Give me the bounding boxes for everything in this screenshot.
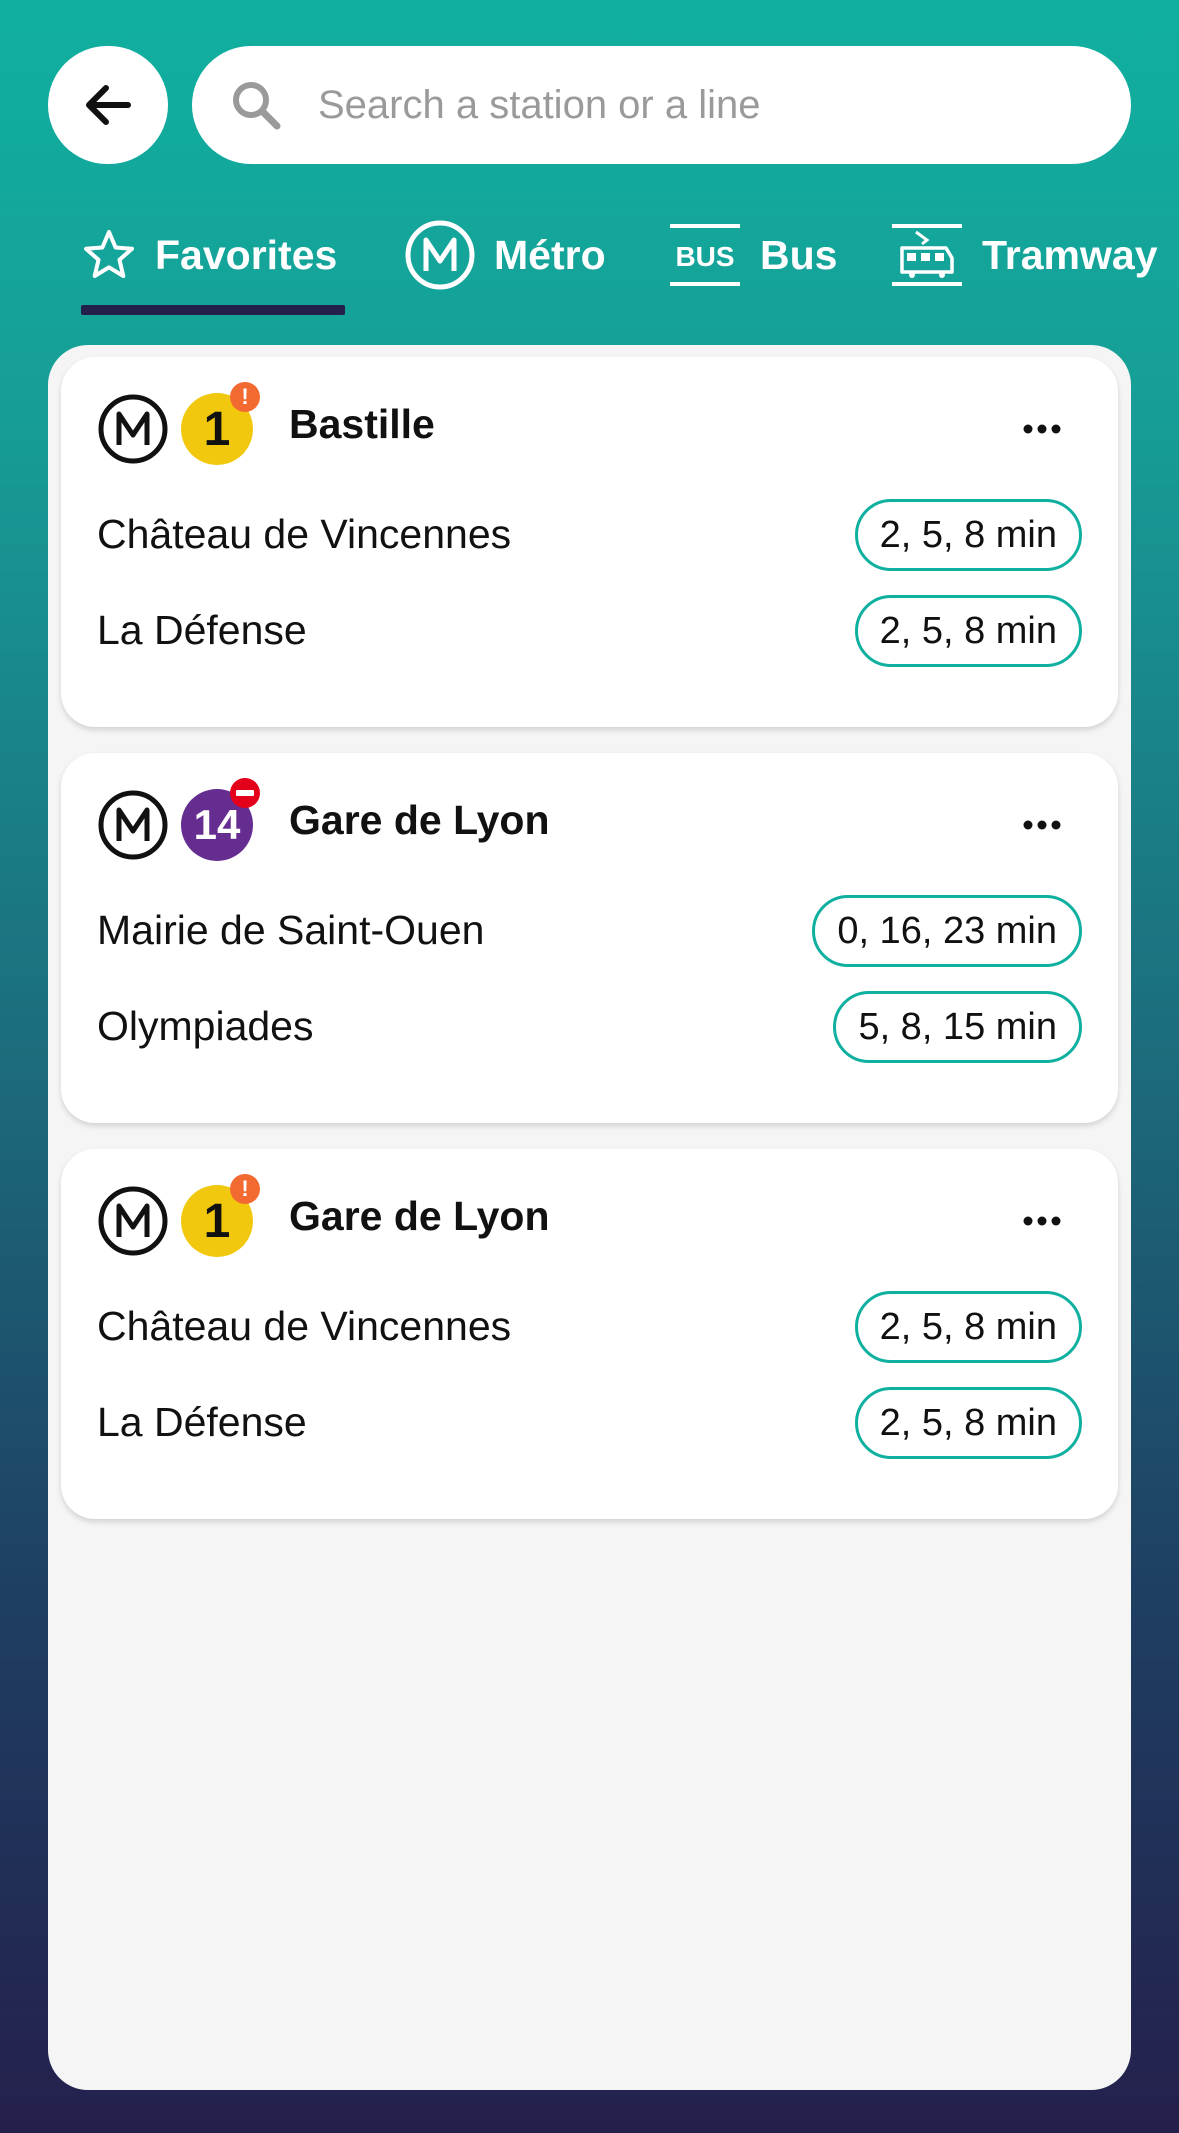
next-departures-pill: 2, 5, 8 min: [854, 499, 1082, 571]
tab-favorites[interactable]: Favorites: [81, 205, 337, 305]
tab-metro[interactable]: Métro: [404, 205, 606, 305]
svg-text:!: !: [241, 1176, 248, 1201]
bus-icon: BUS: [668, 218, 742, 292]
favorite-card[interactable]: 1 ! Bastille Château de Vincennes 2, 5, …: [61, 357, 1118, 727]
search-input[interactable]: [316, 81, 1100, 129]
more-horizontal-icon: [1023, 1216, 1061, 1226]
card-header: 1 ! Bastille: [61, 357, 1118, 507]
metro-icon: [98, 790, 168, 860]
station-name: Gare de Lyon: [289, 797, 550, 843]
card-header: 14 Gare de Lyon: [61, 753, 1118, 903]
tab-bus[interactable]: BUS Bus: [668, 205, 837, 305]
more-options-button[interactable]: [1014, 1193, 1070, 1249]
next-departures-pill: 2, 5, 8 min: [854, 1387, 1082, 1459]
direction-name: Château de Vincennes: [97, 511, 512, 557]
station-name: Bastille: [289, 401, 435, 447]
more-horizontal-icon: [1023, 820, 1061, 830]
metro-icon: [98, 394, 168, 464]
tab-favorites-label: Favorites: [155, 231, 338, 278]
star-icon: [81, 227, 137, 283]
svg-text:!: !: [241, 384, 248, 409]
tab-tramway[interactable]: Tramway: [890, 205, 1158, 305]
metro-icon: [98, 1186, 168, 1256]
warning-icon: !: [230, 1174, 260, 1204]
direction-row[interactable]: Château de Vincennes 2, 5, 8 min: [61, 1291, 1118, 1363]
tram-icon: [890, 218, 964, 292]
tab-tramway-label: Tramway: [982, 231, 1158, 278]
favorite-card[interactable]: 14 Gare de Lyon Mairie de Saint-Ouen 0, …: [61, 753, 1118, 1123]
direction-row[interactable]: La Défense 2, 5, 8 min: [61, 1387, 1118, 1459]
card-header: 1 ! Gare de Lyon: [61, 1149, 1118, 1299]
direction-name: La Défense: [97, 1399, 307, 1445]
disruption-icon: [230, 778, 260, 808]
direction-row[interactable]: Château de Vincennes 2, 5, 8 min: [61, 499, 1118, 571]
next-departures-pill: 2, 5, 8 min: [854, 1291, 1082, 1363]
search-icon: [228, 77, 284, 133]
direction-row[interactable]: La Défense 2, 5, 8 min: [61, 595, 1118, 667]
more-options-button[interactable]: [1014, 401, 1070, 457]
metro-icon: [404, 219, 476, 291]
next-departures-pill: 5, 8, 15 min: [833, 991, 1082, 1063]
arrow-left-icon: [86, 85, 131, 125]
next-departures-pill: 2, 5, 8 min: [854, 595, 1082, 667]
warning-icon: !: [230, 382, 260, 412]
direction-name: Château de Vincennes: [97, 1303, 512, 1349]
top-bar: [48, 46, 1131, 164]
direction-name: Mairie de Saint-Ouen: [97, 907, 485, 953]
direction-name: Olympiades: [97, 1003, 314, 1049]
tab-bus-label: Bus: [760, 231, 838, 278]
more-horizontal-icon: [1023, 424, 1061, 434]
search-bar[interactable]: [192, 46, 1131, 164]
direction-row[interactable]: Olympiades 5, 8, 15 min: [61, 991, 1118, 1063]
favorites-panel: 1 ! Bastille Château de Vincennes 2, 5, …: [48, 345, 1131, 2090]
svg-text:BUS: BUS: [675, 241, 734, 272]
direction-name: La Défense: [97, 607, 307, 653]
station-name: Gare de Lyon: [289, 1193, 550, 1239]
back-button[interactable]: [48, 46, 168, 164]
active-tab-indicator: [81, 305, 345, 315]
next-departures-pill: 0, 16, 23 min: [812, 895, 1082, 967]
tab-metro-label: Métro: [494, 231, 606, 278]
transport-tabs: Favorites Métro BUS Bus Tramway: [0, 205, 1179, 315]
more-options-button[interactable]: [1014, 797, 1070, 853]
favorite-card[interactable]: 1 ! Gare de Lyon Château de Vincennes 2,…: [61, 1149, 1118, 1519]
direction-row[interactable]: Mairie de Saint-Ouen 0, 16, 23 min: [61, 895, 1118, 967]
